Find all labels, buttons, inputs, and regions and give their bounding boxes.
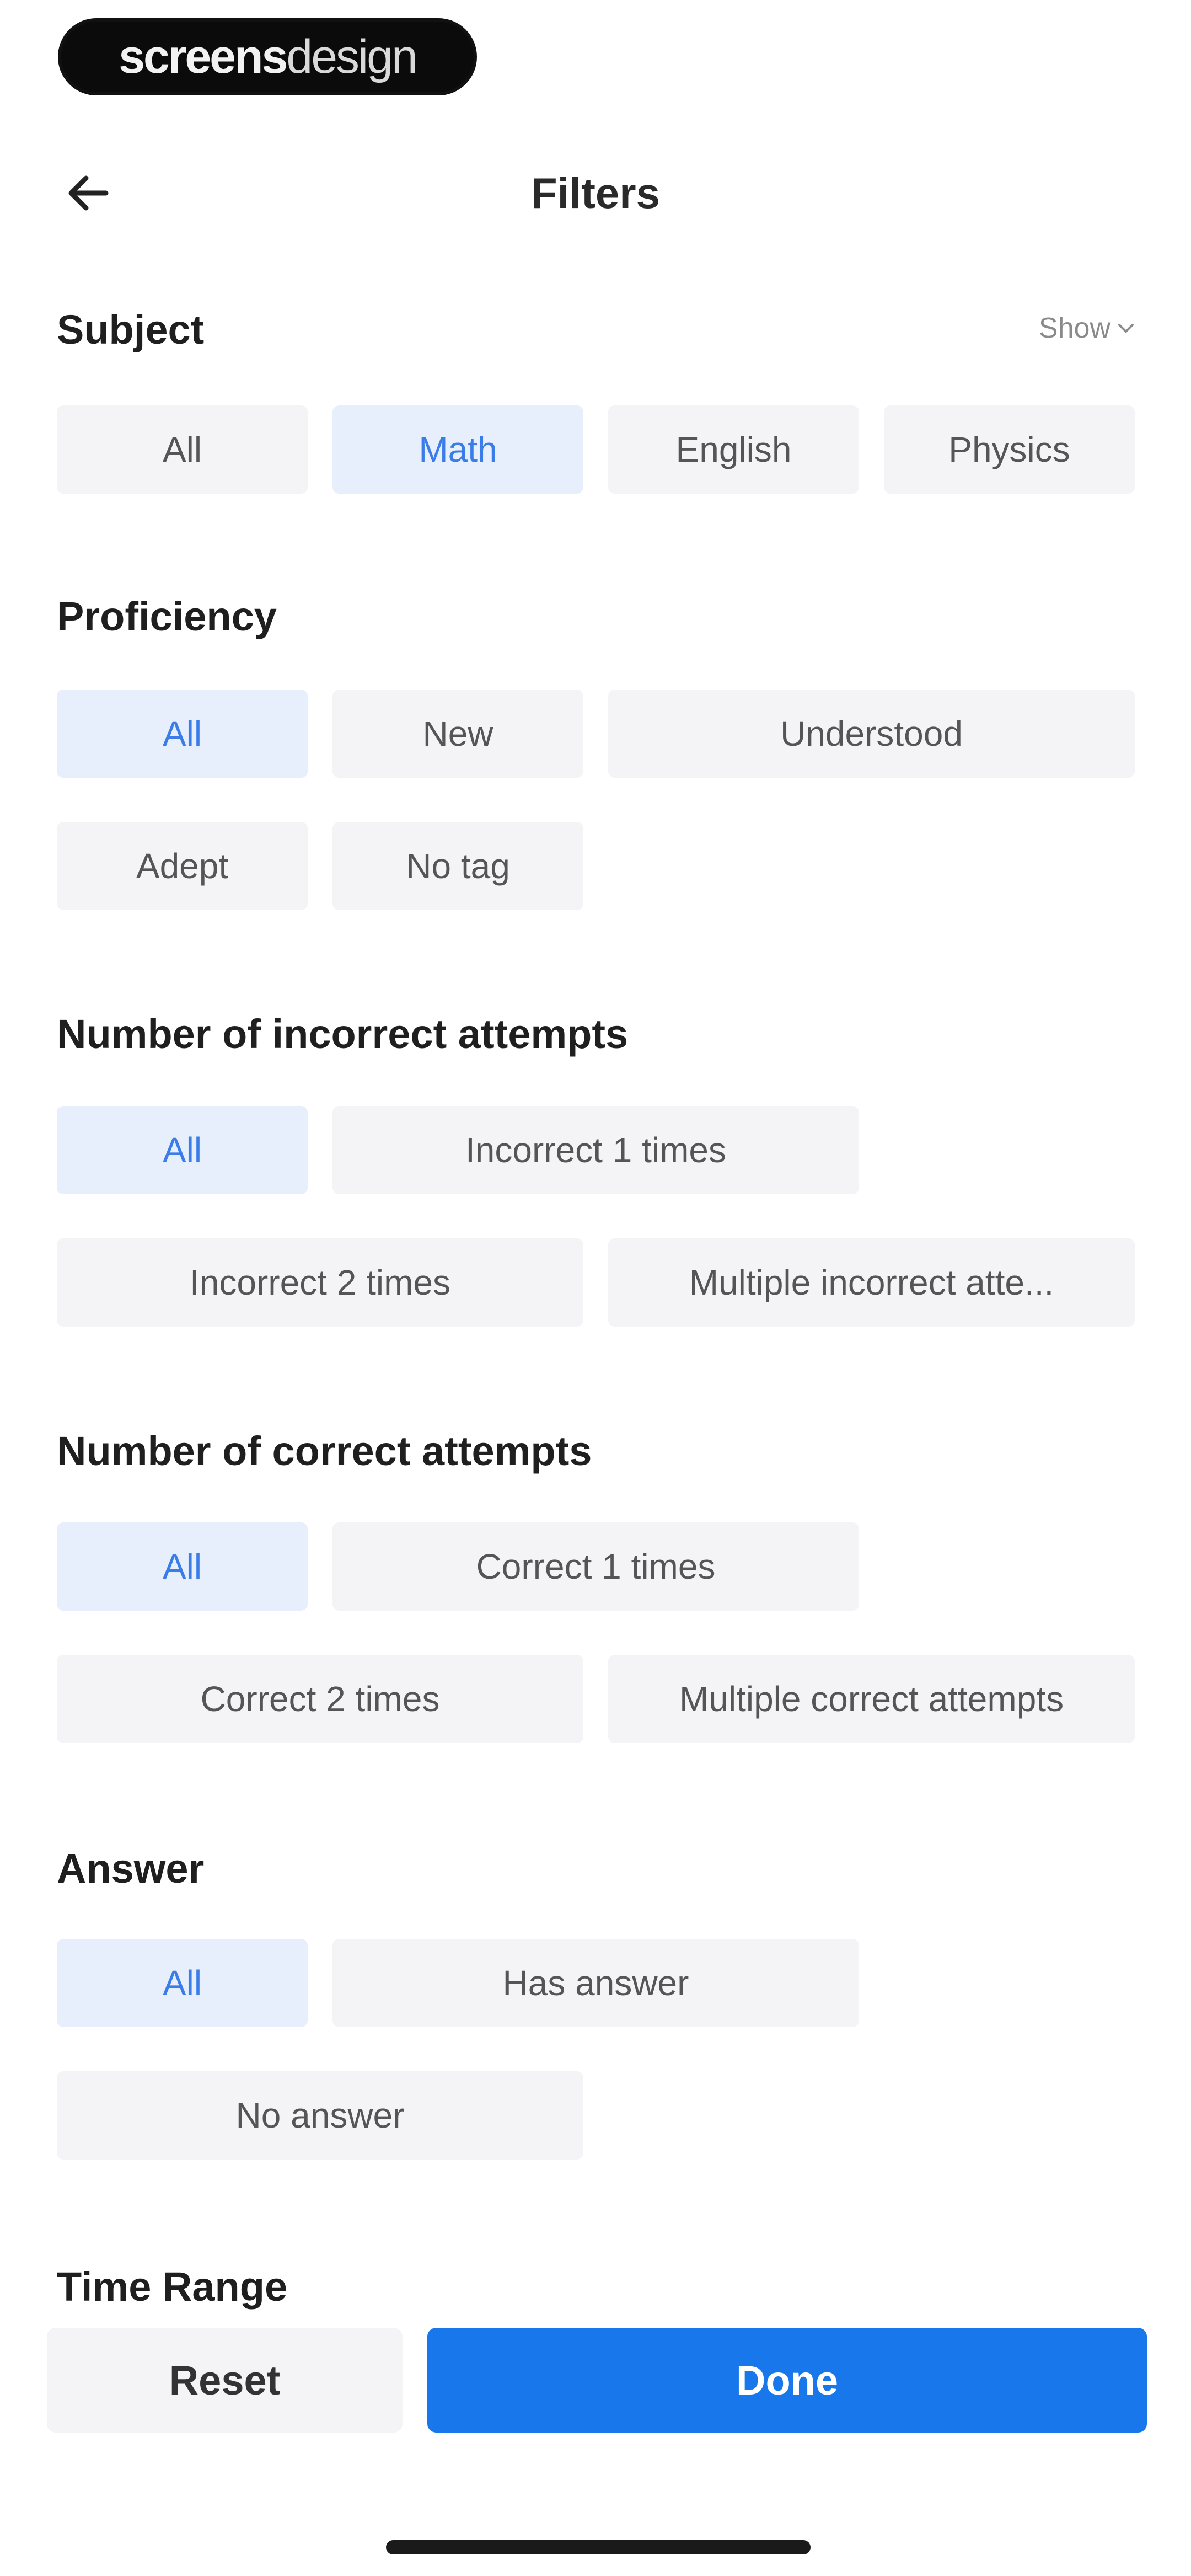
chevron-down-icon	[1118, 324, 1134, 333]
time-range-section-title: Time Range	[57, 2264, 288, 2310]
back-button[interactable]	[55, 165, 121, 221]
proficiency-chip-understood[interactable]: Understood	[608, 690, 1135, 778]
done-button[interactable]: Done	[427, 2328, 1147, 2433]
incorrect-chip-2-times[interactable]: Incorrect 2 times	[57, 1238, 583, 1327]
proficiency-chip-all[interactable]: All	[57, 690, 308, 778]
subject-section-title: Subject	[57, 307, 205, 352]
incorrect-attempts-section-title: Number of incorrect attempts	[57, 1011, 629, 1057]
proficiency-section-title: Proficiency	[57, 594, 277, 639]
answer-chip-all[interactable]: All	[57, 1939, 308, 2027]
nav-bar: Filters	[0, 154, 1191, 232]
correct-chip-1-times[interactable]: Correct 1 times	[332, 1522, 859, 1611]
logo-text-design: design	[286, 30, 417, 83]
proficiency-chip-adept[interactable]: Adept	[57, 822, 308, 910]
answer-chip-no-answer[interactable]: No answer	[57, 2071, 583, 2160]
correct-chip-2-times[interactable]: Correct 2 times	[57, 1655, 583, 1743]
logo-text-screens: screens	[119, 30, 288, 83]
subject-chip-all[interactable]: All	[57, 405, 308, 494]
correct-attempts-section-title: Number of correct attempts	[57, 1428, 592, 1474]
show-toggle[interactable]: Show	[1039, 312, 1136, 345]
correct-chip-all[interactable]: All	[57, 1522, 308, 1611]
page-title: Filters	[530, 169, 661, 217]
proficiency-chip-new[interactable]: New	[332, 690, 583, 778]
correct-chip-multiple[interactable]: Multiple correct attempts	[608, 1655, 1135, 1743]
incorrect-chip-all[interactable]: All	[57, 1106, 308, 1194]
incorrect-chip-1-times[interactable]: Incorrect 1 times	[332, 1106, 859, 1194]
reset-button[interactable]: Reset	[47, 2328, 403, 2433]
incorrect-chip-multiple[interactable]: Multiple incorrect atte...	[608, 1238, 1135, 1327]
subject-chip-physics[interactable]: Physics	[884, 405, 1135, 494]
show-label: Show	[1038, 312, 1110, 344]
subject-chip-english[interactable]: English	[608, 405, 859, 494]
proficiency-chip-no-tag[interactable]: No tag	[332, 822, 583, 910]
subject-chip-math[interactable]: Math	[332, 405, 583, 494]
answer-chip-has-answer[interactable]: Has answer	[332, 1939, 859, 2027]
arrow-left-icon	[68, 175, 109, 211]
home-indicator	[386, 2540, 811, 2554]
answer-section-title: Answer	[57, 1846, 205, 1891]
screensdesign-logo: screens design	[58, 18, 477, 95]
